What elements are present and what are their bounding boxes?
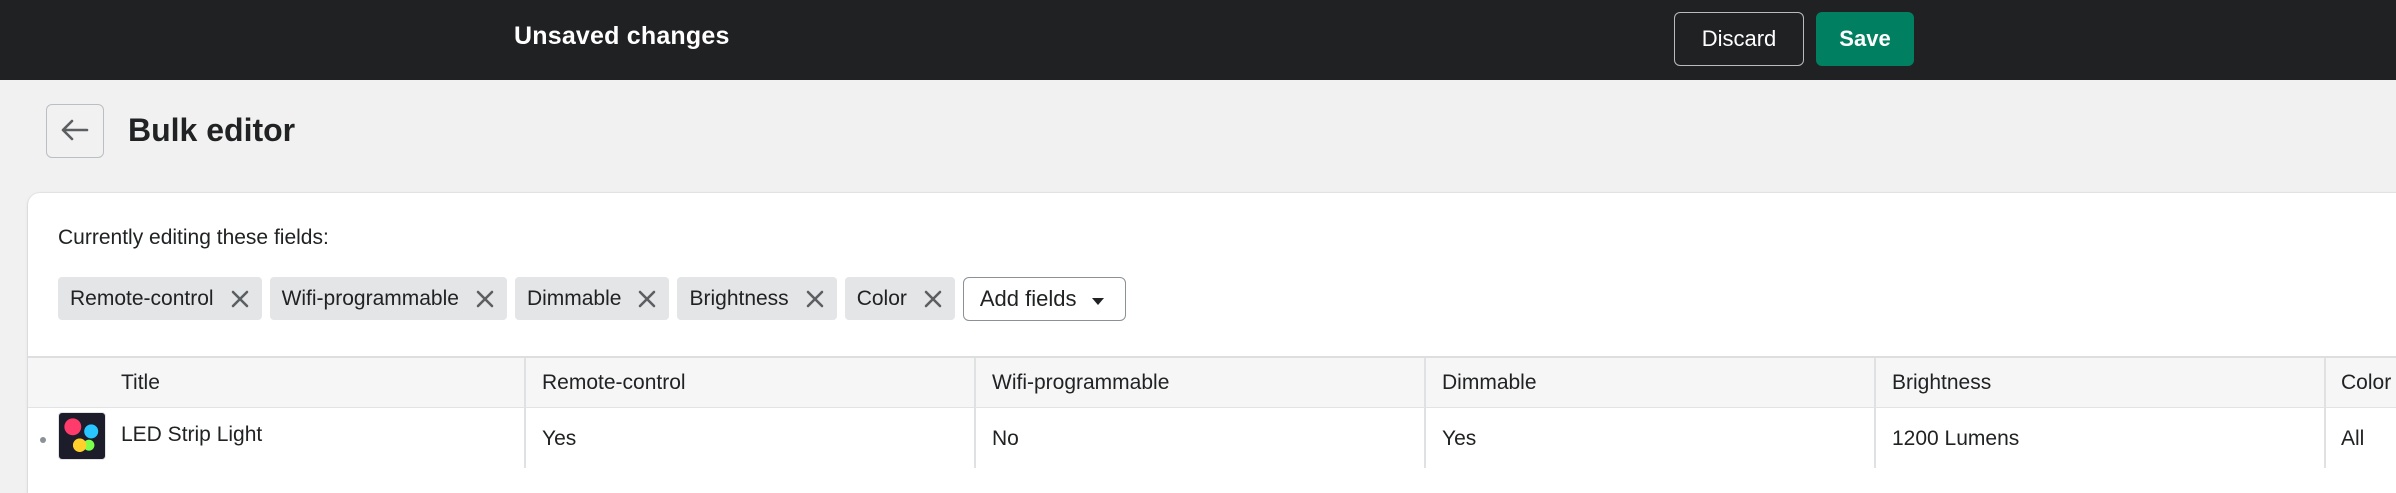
unsaved-changes-title: Unsaved changes xyxy=(514,22,730,50)
save-button[interactable]: Save xyxy=(1816,12,1914,66)
tag-label: Wifi-programmable xyxy=(281,286,459,310)
column-header-remote-control[interactable]: Remote-control xyxy=(542,358,686,408)
discard-button[interactable]: Discard xyxy=(1674,12,1804,66)
tag-label: Dimmable xyxy=(526,286,622,310)
table-row: LED Strip Light Yes No Yes 1200 Lumens A… xyxy=(28,409,2396,469)
cell-brightness[interactable]: 1200 Lumens xyxy=(1892,409,2019,469)
editing-fields-label: Currently editing these fields: xyxy=(58,226,329,249)
cell-color[interactable]: All xyxy=(2341,409,2364,469)
table-header: Title Remote-control Wifi-programmable D… xyxy=(28,358,2396,408)
column-header-title[interactable]: Title xyxy=(121,358,160,408)
close-icon[interactable] xyxy=(228,287,252,311)
column-header-dimmable[interactable]: Dimmable xyxy=(1442,358,1537,408)
column-header-wifi-programmable[interactable]: Wifi-programmable xyxy=(992,358,1169,408)
field-tag-brightness: Brightness xyxy=(677,277,837,320)
column-divider xyxy=(2324,358,2326,468)
field-tag-wifi-programmable: Wifi-programmable xyxy=(269,277,507,320)
cell-dimmable[interactable]: Yes xyxy=(1442,409,1476,469)
column-header-color[interactable]: Color xyxy=(2341,358,2391,408)
field-tag-remote-control: Remote-control xyxy=(58,277,262,320)
column-header-brightness[interactable]: Brightness xyxy=(1892,358,1991,408)
close-icon[interactable] xyxy=(635,287,659,311)
arrow-left-icon xyxy=(61,119,89,144)
add-fields-label: Add fields xyxy=(979,285,1077,311)
field-tag-color: Color xyxy=(844,277,955,320)
caret-down-icon xyxy=(1091,286,1105,312)
row-bullet xyxy=(40,437,46,443)
contextual-save-bar: Unsaved changes Discard Save xyxy=(0,0,2396,80)
close-icon[interactable] xyxy=(473,287,497,311)
column-divider xyxy=(524,358,526,468)
tag-label: Remote-control xyxy=(70,286,214,310)
field-tag-dimmable: Dimmable xyxy=(514,277,670,320)
tag-label: Color xyxy=(856,286,907,310)
column-divider xyxy=(974,358,976,468)
field-tags: Remote-control Wifi-programmable Dimmabl… xyxy=(58,276,1126,321)
column-divider xyxy=(1874,358,1876,468)
column-divider xyxy=(1424,358,1426,468)
page-title: Bulk editor xyxy=(128,112,296,148)
add-fields-button[interactable]: Add fields xyxy=(962,276,1126,321)
close-icon[interactable] xyxy=(803,287,827,311)
tag-label: Brightness xyxy=(689,286,789,310)
back-button[interactable] xyxy=(46,104,104,158)
cell-wifi-programmable[interactable]: No xyxy=(992,409,1019,469)
close-icon[interactable] xyxy=(921,287,945,311)
product-thumbnail xyxy=(58,412,106,460)
cell-title: LED Strip Light xyxy=(121,423,263,446)
cell-remote-control[interactable]: Yes xyxy=(542,409,576,469)
